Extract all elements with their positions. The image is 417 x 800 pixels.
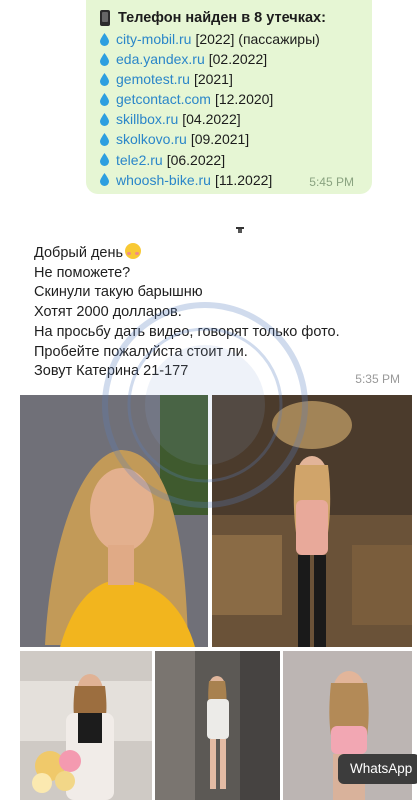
leak-report-title: Телефон найден в 8 утечках: [100, 8, 364, 28]
leak-domain-link[interactable]: eda.yandex.ru [116, 49, 205, 69]
water-drop-icon [100, 92, 109, 106]
leak-date: [09.2021] [190, 131, 250, 148]
phone-icon [100, 10, 110, 26]
photo-flowers-white-blazer[interactable] [20, 651, 152, 800]
water-drop-icon [100, 32, 109, 46]
leak-domain-link[interactable]: whoosh-bike.ru [116, 170, 211, 190]
water-drop-icon [100, 72, 109, 86]
leak-list-item: city-mobil.ru [2022] (пассажиры) [100, 29, 364, 49]
message-line: Добрый день [34, 243, 398, 264]
photo-restaurant-pink-corset[interactable] [212, 395, 412, 647]
message-time: 5:35 PM [355, 372, 400, 386]
leak-list-item: tele2.ru [06.2022] [100, 150, 364, 170]
message-bubble: Добрый день Не поможете? Скинули такую б… [20, 235, 412, 391]
message-line-text: Добрый день [34, 245, 124, 261]
document-icon [236, 227, 244, 233]
message-line: На просьбу дать видео, говорят только фо… [34, 323, 340, 340]
water-drop-icon [100, 112, 109, 126]
leak-domain-link[interactable]: city-mobil.ru [116, 29, 191, 49]
leak-list-item: getcontact.com [12.2020] [100, 89, 364, 109]
leak-report-bubble: Телефон найден в 8 утечках: city-mobil.r… [86, 0, 372, 194]
whatsapp-badge: WhatsApp [338, 754, 417, 784]
leak-date: [02.2022] [208, 51, 268, 68]
leak-date: [2021] [193, 71, 233, 88]
leak-report-title-text: Телефон найден в 8 утечках: [118, 10, 326, 26]
message-line: Зовут Катерина 21-177 [34, 363, 189, 380]
message-line: Пробейте пожалуйста стоит ли. [34, 343, 248, 360]
leak-date: [2022] (пассажиры) [195, 31, 320, 47]
leak-report-time: 5:45 PM [309, 175, 354, 189]
leak-list-item: skolkovo.ru [09.2021] [100, 129, 364, 149]
water-drop-icon [100, 52, 109, 66]
message-line: Хотят 2000 долларов. [34, 304, 182, 321]
leak-domain-link[interactable]: skolkovo.ru [116, 129, 187, 149]
water-drop-icon [100, 133, 109, 147]
water-drop-icon [100, 153, 109, 167]
leak-domain-link[interactable]: skillbox.ru [116, 109, 178, 129]
message-line: Скинули такую барышню [34, 284, 203, 301]
water-drop-icon [100, 173, 109, 187]
message-line: Не поможете? [34, 264, 131, 281]
leak-list-item: gemotest.ru [2021] [100, 69, 364, 89]
leak-date: [04.2022] [182, 111, 241, 128]
leak-domain-link[interactable]: gemotest.ru [116, 69, 190, 89]
leak-list-item: eda.yandex.ru [02.2022] [100, 49, 364, 69]
leak-domain-link[interactable]: tele2.ru [116, 150, 163, 170]
smiling-face-icon [125, 243, 142, 259]
leak-date: [12.2020] [214, 91, 274, 108]
leak-list-item: skillbox.ru [04.2022] [100, 109, 364, 129]
leak-list: city-mobil.ru [2022] (пассажиры) eda.yande… [100, 29, 364, 190]
leak-date: [06.2022] [166, 151, 226, 168]
leak-date: [11.2022] [214, 171, 273, 188]
photo-portrait-yellow-top[interactable] [20, 395, 208, 647]
photo-staircase-white-dress[interactable] [155, 651, 280, 800]
leak-domain-link[interactable]: getcontact.com [116, 89, 211, 109]
